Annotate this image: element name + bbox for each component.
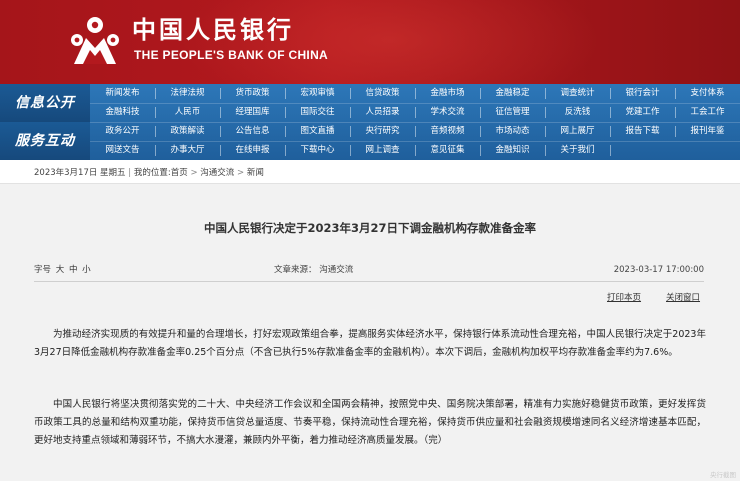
nav-item-download-center[interactable]: 下载中心 — [285, 141, 351, 160]
nav-item-monetary-policy[interactable]: 货币政策 — [220, 84, 286, 103]
nav-item-laws[interactable]: 法律法规 — [155, 84, 221, 103]
nav-item-anti-money-laundering[interactable]: 反洗钱 — [545, 103, 611, 122]
close-window-link[interactable]: 关闭窗口 — [666, 292, 700, 304]
main-navigation: 信息公开 服务互动 新闻发布 法律法规 货币政策 宏观审慎 信贷政策 金融市场 … — [0, 84, 740, 160]
nav-item-opinion-collection[interactable]: 意见征集 — [415, 141, 481, 160]
nav-item-rmb[interactable]: 人民币 — [155, 103, 221, 122]
nav-row-1: 新闻发布 法律法规 货币政策 宏观审慎 信贷政策 金融市场 金融稳定 调查统计 … — [0, 84, 740, 103]
pboc-logo-icon[interactable] — [66, 14, 124, 66]
breadcrumb-news-link[interactable]: 新闻 — [247, 168, 264, 178]
nav-item-statistics[interactable]: 调查统计 — [545, 84, 611, 103]
nav-item-report-download[interactable]: 报告下载 — [610, 122, 676, 141]
meta-divider — [34, 281, 704, 282]
nav-item-financial-stability[interactable]: 金融稳定 — [480, 84, 546, 103]
nav-item-online-filing[interactable]: 在线申报 — [220, 141, 286, 160]
nav-item-market-dynamics[interactable]: 市场动态 — [480, 122, 546, 141]
nav-row-4: 网送文告 办事大厅 在线申报 下载中心 网上调查 意见征集 金融知识 关于我们 — [0, 141, 740, 160]
breadcrumb-home-link[interactable]: 首页 — [171, 168, 188, 178]
nav-row-2: 金融科技 人民币 经理国库 国际交往 人员招录 学术交流 征信管理 反洗钱 党建… — [0, 103, 740, 122]
nav-item-party-building[interactable]: 党建工作 — [610, 103, 676, 122]
watermark: 央行截图 — [710, 471, 736, 479]
nav-item-treasury[interactable]: 经理国库 — [220, 103, 286, 122]
nav-item-policy-interpretation[interactable]: 政策解读 — [155, 122, 221, 141]
nav-item-live-broadcast[interactable]: 图文直播 — [285, 122, 351, 141]
nav-item-international[interactable]: 国际交往 — [285, 103, 351, 122]
nav-item-announcements[interactable]: 公告信息 — [220, 122, 286, 141]
location-label: 我的位置: — [133, 168, 171, 178]
nav-item-audio-video[interactable]: 音频视频 — [415, 122, 481, 141]
nav-item-about-us[interactable]: 关于我们 — [545, 141, 611, 160]
nav-item-financial-market[interactable]: 金融市场 — [415, 84, 481, 103]
nav-item-government-affairs[interactable]: 政务公开 — [90, 122, 156, 141]
font-size-label: 字号 — [34, 265, 52, 275]
font-size-selector: 字号 大 中 小 — [34, 264, 91, 276]
nav-item-credit-policy[interactable]: 信贷政策 — [350, 84, 416, 103]
article-paragraph: 中国人民银行将坚决贯彻落实党的二十大、中央经济工作会议和全国两会精神，按照党中央… — [34, 399, 706, 446]
article-source: 文章来源： 沟通交流 — [274, 265, 354, 275]
site-banner: 中国人民银行 THE PEOPLE'S BANK OF CHINA — [0, 0, 740, 84]
nav-item-service-hall[interactable]: 办事大厅 — [155, 141, 221, 160]
nav-item-payment-system[interactable]: 支付体系 — [675, 84, 740, 103]
nav-item-union-work[interactable]: 工会工作 — [675, 103, 740, 122]
nav-item-online-survey[interactable]: 网上调查 — [350, 141, 416, 160]
article-date: 2023-03-17 17:00:00 — [613, 265, 704, 275]
nav-item-online-exhibition[interactable]: 网上展厅 — [545, 122, 611, 141]
nav-item-academic[interactable]: 学术交流 — [415, 103, 481, 122]
font-size-medium-link[interactable]: 中 — [69, 265, 78, 275]
nav-item-macro-prudential[interactable]: 宏观审慎 — [285, 84, 351, 103]
print-page-link[interactable]: 打印本页 — [607, 292, 641, 304]
current-date: 2023年3月17日 星期五 — [34, 168, 126, 178]
nav-item-financial-knowledge[interactable]: 金融知识 — [480, 141, 546, 160]
nav-item-research[interactable]: 央行研究 — [350, 122, 416, 141]
nav-item-yearbook[interactable]: 报刊年鉴 — [675, 122, 740, 141]
bank-name-english: THE PEOPLE'S BANK OF CHINA — [134, 48, 328, 62]
nav-item-bank-accounting[interactable]: 银行会计 — [610, 84, 676, 103]
nav-row-3: 政务公开 政策解读 公告信息 图文直播 央行研究 音频视频 市场动态 网上展厅 … — [0, 122, 740, 141]
font-size-small-link[interactable]: 小 — [82, 265, 91, 275]
article-title: 中国人民银行决定于2023年3月27日下调金融机构存款准备金率 — [203, 221, 536, 235]
breadcrumb-communication-link[interactable]: 沟通交流 — [200, 168, 234, 178]
nav-item-recruitment[interactable]: 人员招录 — [350, 103, 416, 122]
article-container: 中国人民银行决定于2023年3月27日下调金融机构存款准备金率 字号 大 中 小… — [0, 183, 740, 481]
nav-item-notices[interactable]: 网送文告 — [90, 141, 156, 160]
nav-item-news-release[interactable]: 新闻发布 — [90, 84, 156, 103]
breadcrumb: 2023年3月17日 星期五 | 我的位置:首页 > 沟通交流 > 新闻 — [34, 168, 264, 178]
nav-item-credit-reference[interactable]: 征信管理 — [480, 103, 546, 122]
font-size-large-link[interactable]: 大 — [56, 265, 65, 275]
nav-item-fintech[interactable]: 金融科技 — [90, 103, 156, 122]
bank-name-chinese: 中国人民银行 — [132, 15, 294, 44]
article-paragraph: 为推动经济实现质的有效提升和量的合理增长，打好宏观政策组合拳，提高服务实体经济水… — [34, 329, 706, 358]
